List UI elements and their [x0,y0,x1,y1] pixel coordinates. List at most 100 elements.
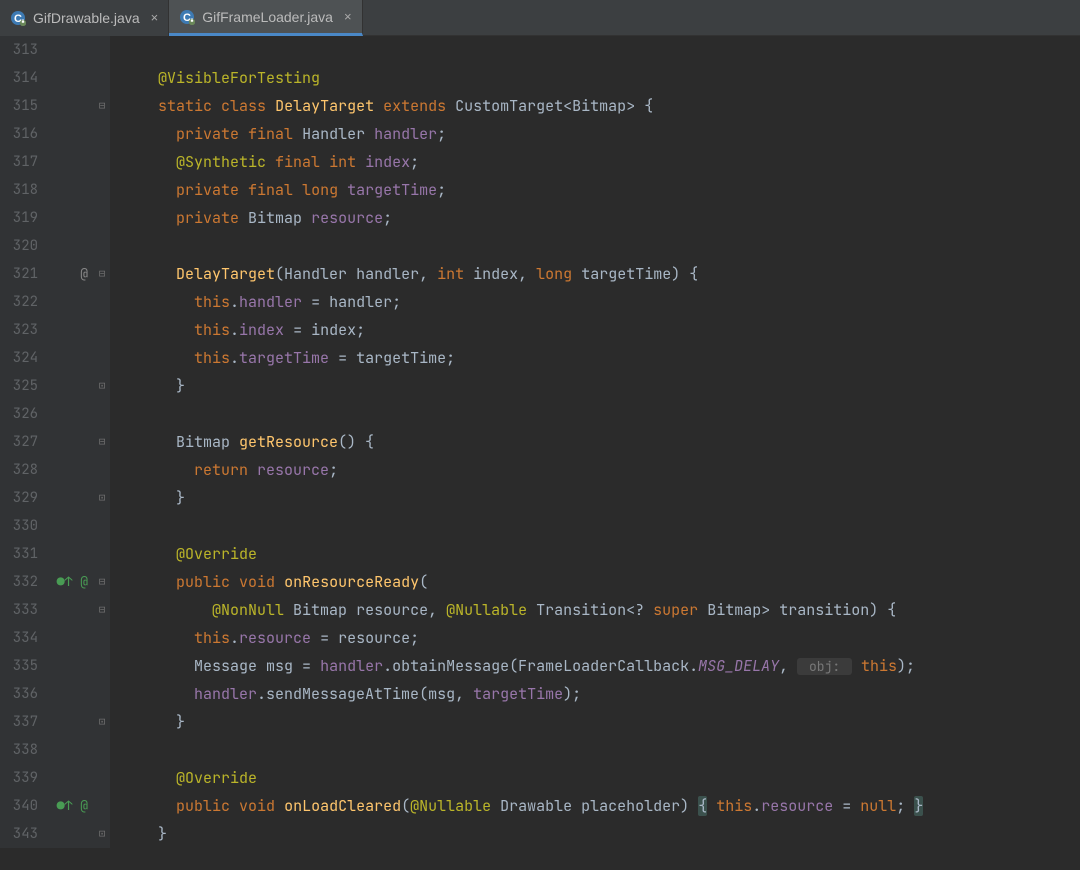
code-content[interactable]: @Override [110,540,1080,568]
code-line[interactable]: 343 ⊡ } [0,820,1080,848]
editor[interactable]: 313314 @VisibleForTesting315⊟ static cla… [0,36,1080,870]
line-number: 329 [0,484,48,512]
gutter-marker [48,120,94,148]
code-content[interactable]: this.handler = handler; [110,288,1080,316]
code-line[interactable]: 313 [0,36,1080,64]
fold-marker[interactable]: ⊡ [94,484,110,512]
fold-marker[interactable]: ⊡ [94,708,110,736]
code-line[interactable]: 316 private final Handler handler; [0,120,1080,148]
line-number: 320 [0,232,48,260]
code-content[interactable]: private final long targetTime; [110,176,1080,204]
line-number: 313 [0,36,48,64]
code-content[interactable] [110,232,1080,260]
code-content[interactable]: Bitmap getResource() { [110,428,1080,456]
line-number: 343 [0,820,48,848]
code-line[interactable]: 340●↑ @ public void onLoadCleared(@Nulla… [0,792,1080,820]
code-content[interactable]: this.resource = resource; [110,624,1080,652]
code-line[interactable]: 329 ⊡ } [0,484,1080,512]
code-content[interactable]: this.index = index; [110,316,1080,344]
code-line[interactable]: 332●↑ @⊟ public void onResourceReady( [0,568,1080,596]
code-content[interactable] [110,736,1080,764]
code-line[interactable]: 325⊡ } [0,372,1080,400]
fold-marker[interactable]: ⊡ [94,820,110,848]
line-number: 316 [0,120,48,148]
code-content[interactable]: } [110,372,1080,400]
tab-gifframeloader-java[interactable]: CGifFrameLoader.java× [169,0,362,36]
code-line[interactable]: 339 @Override [0,764,1080,792]
gutter-marker [48,232,94,260]
line-number: 331 [0,540,48,568]
code-line[interactable]: 335 Message msg = handler.obtainMessage(… [0,652,1080,680]
code-line[interactable]: 333 ⊟ @NonNull Bitmap resource, @Nullable… [0,596,1080,624]
line-number: 333 [0,596,48,624]
line-number: 317 [0,148,48,176]
code-content[interactable]: public void onResourceReady( [110,568,1080,596]
fold-marker[interactable]: ⊟ [94,428,110,456]
gutter-marker [48,204,94,232]
fold-marker [94,148,110,176]
code-content[interactable]: handler.sendMessageAtTime(msg, targetTim… [110,680,1080,708]
code-content[interactable]: DelayTarget(Handler handler, int index, … [110,260,1080,288]
code-line[interactable]: 327⊟ Bitmap getResource() { [0,428,1080,456]
code-line[interactable]: 334 this.resource = resource; [0,624,1080,652]
code-line[interactable]: 324 this.targetTime = targetTime; [0,344,1080,372]
code-line[interactable]: 323 this.index = index; [0,316,1080,344]
code-line[interactable]: 328 return resource; [0,456,1080,484]
code-content[interactable] [110,512,1080,540]
code-line[interactable]: 326 [0,400,1080,428]
code-line[interactable]: 337 ⊡ } [0,708,1080,736]
fold-marker [94,64,110,92]
code-content[interactable]: @VisibleForTesting [110,64,1080,92]
gutter-marker [48,344,94,372]
code-content[interactable]: private Bitmap resource; [110,204,1080,232]
fold-marker [94,288,110,316]
code-line[interactable]: 320 [0,232,1080,260]
tab-gifdrawable-java[interactable]: C GifDrawable.java × [0,0,169,36]
fold-marker [94,316,110,344]
gutter-marker [48,764,94,792]
gutter-marker[interactable]: ●↑ @ [48,568,94,596]
fold-marker[interactable]: ⊟ [94,260,110,288]
code-line[interactable]: 336 handler.sendMessageAtTime(msg, targe… [0,680,1080,708]
gutter-marker [48,92,94,120]
code-line[interactable]: 314 @VisibleForTesting [0,64,1080,92]
fold-marker[interactable]: ⊟ [94,568,110,596]
java-class-icon: C [10,10,26,26]
code-content[interactable]: @Synthetic final int index; [110,148,1080,176]
code-content[interactable]: static class DelayTarget extends CustomT… [110,92,1080,120]
code-content[interactable]: @Override [110,764,1080,792]
code-line[interactable]: 338 [0,736,1080,764]
code-line[interactable]: 315⊟ static class DelayTarget extends Cu… [0,92,1080,120]
code-content[interactable]: } [110,820,1080,848]
fold-marker [94,792,110,820]
close-icon[interactable]: × [151,4,159,32]
fold-marker[interactable]: ⊟ [94,92,110,120]
code-content[interactable] [110,36,1080,64]
code-line[interactable]: 317 @Synthetic final int index; [0,148,1080,176]
code-line[interactable]: 319 private Bitmap resource; [0,204,1080,232]
code-line[interactable]: 322 this.handler = handler; [0,288,1080,316]
line-number: 337 [0,708,48,736]
fold-marker[interactable]: ⊟ [94,596,110,624]
code-line[interactable]: 321@⊟ DelayTarget(Handler handler, int i… [0,260,1080,288]
code-area[interactable]: 313314 @VisibleForTesting315⊟ static cla… [0,36,1080,870]
code-content[interactable]: private final Handler handler; [110,120,1080,148]
code-content[interactable]: Message msg = handler.obtainMessage(Fram… [110,652,1080,680]
code-content[interactable]: this.targetTime = targetTime; [110,344,1080,372]
code-line[interactable]: 330 [0,512,1080,540]
line-number: 319 [0,204,48,232]
code-line[interactable]: 331 @Override [0,540,1080,568]
code-content[interactable] [110,400,1080,428]
close-icon[interactable]: × [344,3,352,31]
gutter-marker [48,820,94,848]
code-content[interactable]: } [110,708,1080,736]
gutter-marker[interactable]: ●↑ @ [48,792,94,820]
gutter-marker[interactable]: @ [48,260,94,288]
code-line[interactable]: 318 private final long targetTime; [0,176,1080,204]
code-content[interactable]: @NonNull Bitmap resource, @Nullable Tran… [110,596,1080,624]
fold-marker[interactable]: ⊡ [94,372,110,400]
code-content[interactable]: return resource; [110,456,1080,484]
code-content[interactable]: public void onLoadCleared(@Nullable Draw… [110,792,1080,820]
code-content[interactable]: } [110,484,1080,512]
tab-label: GifDrawable.java [33,4,140,32]
